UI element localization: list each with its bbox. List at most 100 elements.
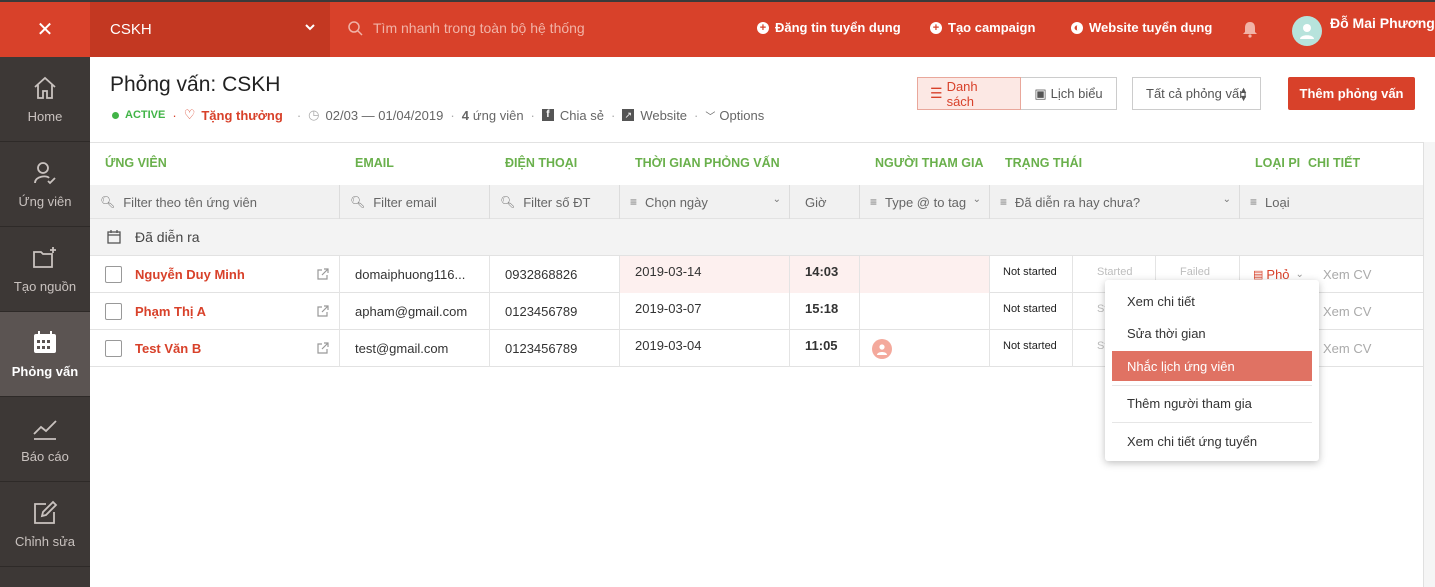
row-checkbox[interactable] [105, 303, 122, 320]
participants-cell[interactable] [860, 293, 990, 330]
reward-link[interactable]: Tặng thưởng [201, 108, 282, 123]
chevron-down-icon: ⌄ [972, 194, 981, 205]
calendar-check-icon: ▣ [1034, 85, 1047, 101]
candidate-label: ứng viên [472, 107, 524, 123]
list-view-button[interactable]: ☰ Danh sách [917, 77, 1021, 110]
participant-avatar[interactable] [872, 338, 892, 359]
sidebar-item-sources[interactable]: Tạo nguồn [0, 227, 90, 312]
calendar-icon [107, 230, 121, 244]
row-checkbox[interactable] [105, 266, 122, 283]
external-link-icon[interactable] [317, 342, 329, 357]
status-not-started[interactable]: Not started [990, 256, 1073, 293]
options-link[interactable]: Options [719, 108, 764, 123]
sidebar-item-label: Chỉnh sửa [14, 533, 75, 549]
global-search [348, 20, 673, 36]
chart-line-icon [33, 419, 57, 440]
nav-recruit-website[interactable]: ◐ Website tuyển dụng [1071, 20, 1212, 35]
user-icon [877, 343, 887, 355]
status-not-started[interactable]: Not started [990, 330, 1073, 367]
close-button[interactable]: ✕ [0, 2, 90, 57]
company-name: CSKH [110, 21, 152, 38]
name-filter[interactable]: 🔍︎ Filter theo tên ứng viên [90, 185, 340, 219]
calendar-view-button[interactable]: ▣ Lịch biểu [1021, 77, 1117, 110]
calendar-view-label: Lịch biểu [1050, 86, 1103, 101]
user-avatar[interactable] [1292, 16, 1322, 46]
bell-icon[interactable] [1241, 20, 1259, 38]
date-filter[interactable]: ≡ Chọn ngày ⌄ [620, 185, 790, 219]
sidebar-item-candidates[interactable]: Ứng viên [0, 142, 90, 227]
email-filter[interactable]: 🔍︎ Filter email [340, 185, 490, 219]
status-not-started[interactable]: Not started [990, 293, 1073, 330]
nav-post-job-label: Đăng tin tuyển dụng [775, 20, 901, 35]
external-link-icon[interactable] [317, 305, 329, 320]
date-cell[interactable]: 2019-03-07 [620, 293, 790, 330]
sidebar-item-edit[interactable]: Chỉnh sửa [0, 482, 90, 567]
menu-item-view-detail[interactable]: Xem chi tiết [1105, 286, 1319, 316]
column-header[interactable]: NGƯỜI THAM GIA [875, 156, 984, 170]
globe-icon: ◐ [1071, 21, 1083, 34]
view-cv-link[interactable]: Xem CV [1323, 293, 1423, 330]
column-header[interactable]: EMAIL [355, 156, 394, 170]
user-icon [1300, 24, 1314, 39]
filter-placeholder: Filter số ĐT [523, 194, 591, 210]
chevron-down-icon [305, 24, 315, 31]
time-cell[interactable]: 14:03 [790, 256, 860, 293]
chevron-down-icon: ⌄ [772, 194, 781, 205]
menu-divider [1112, 385, 1312, 386]
sidebar-item-home[interactable]: Home [0, 57, 90, 142]
time-filter[interactable]: Giờ [790, 185, 860, 219]
plus-circle-icon: + [930, 21, 942, 34]
column-header[interactable]: THỜI GIAN PHỎNG VẤN [635, 156, 780, 170]
user-name[interactable]: Đỗ Mai Phương [1330, 15, 1435, 31]
page-title: Phỏng vấn: CSKH [110, 73, 281, 96]
sidebar-item-label: Ứng viên [18, 193, 72, 209]
sidebar-item-interviews[interactable]: Phỏng vấn [0, 312, 90, 397]
filter-lines-icon: ≡ [870, 195, 878, 209]
date-cell[interactable]: 2019-03-04 [620, 330, 790, 367]
candidate-name[interactable]: Phạm Thị A [135, 304, 206, 319]
column-header[interactable]: ĐIỆN THOẠI [505, 156, 577, 170]
view-cv-link[interactable]: Xem CV [1323, 256, 1423, 293]
external-link-icon: ↗ [622, 109, 635, 121]
menu-item-view-application[interactable]: Xem chi tiết ứng tuyển [1105, 426, 1319, 456]
heart-icon: ♡ [183, 107, 196, 122]
column-header[interactable]: ỨNG VIÊN [105, 156, 167, 170]
website-link[interactable]: Website [640, 108, 687, 123]
top-bar: ✕ CSKH + Đăng tin tuyển dụng + Tạo campa… [0, 0, 1435, 57]
search-icon [348, 20, 363, 36]
participants-cell[interactable] [860, 256, 990, 293]
status-filter[interactable]: ≡ Đã diễn ra hay chưa? ⌄ [990, 185, 1240, 219]
candidate-name[interactable]: Nguyễn Duy Minh [135, 267, 245, 282]
interview-filter-select[interactable]: Tất cả phỏng vấn ▲ ▼ [1132, 77, 1261, 110]
candidate-name[interactable]: Test Văn B [135, 341, 201, 356]
chevron-down-icon: ﹀ [705, 111, 716, 123]
phone-filter[interactable]: 🔍︎ Filter số ĐT [490, 185, 620, 219]
search-input[interactable] [373, 20, 673, 36]
sidebar: Home Ứng viên Tạo nguồn Phỏng vấn Báo cá… [0, 57, 90, 587]
column-header[interactable]: CHI TIẾT [1308, 156, 1360, 170]
date-cell[interactable]: 2019-03-14 [620, 256, 790, 293]
company-selector[interactable]: CSKH [90, 2, 330, 57]
type-filter[interactable]: ≡ Loại [1240, 185, 1295, 219]
nav-create-campaign[interactable]: + Tạo campaign [930, 20, 1035, 35]
column-header[interactable]: TRẠNG THÁI [1005, 156, 1082, 170]
row-checkbox[interactable] [105, 340, 122, 357]
edit-icon [34, 500, 58, 524]
interview-filter-value: Tất cả phỏng vấn [1146, 86, 1247, 101]
view-cv-link[interactable]: Xem CV [1323, 330, 1423, 367]
column-header[interactable]: LOẠI PI [1255, 156, 1300, 170]
time-cell[interactable]: 15:18 [790, 293, 860, 330]
tag-filter[interactable]: ≡ Type @ to tag ⌄ [860, 185, 990, 219]
menu-item-remind-candidate[interactable]: Nhắc lịch ứng viên [1112, 351, 1312, 381]
participants-cell[interactable] [860, 330, 990, 367]
close-icon: ✕ [36, 19, 54, 41]
menu-item-edit-time[interactable]: Sửa thời gian [1105, 318, 1319, 348]
scrollbar[interactable] [1423, 142, 1435, 587]
add-interview-button[interactable]: Thêm phỏng vấn [1288, 77, 1415, 110]
time-cell[interactable]: 11:05 [790, 330, 860, 367]
share-link[interactable]: Chia sẻ [560, 108, 604, 123]
sidebar-item-reports[interactable]: Báo cáo [0, 397, 90, 482]
menu-item-add-participant[interactable]: Thêm người tham gia [1105, 388, 1319, 418]
external-link-icon[interactable] [317, 268, 329, 283]
nav-post-job[interactable]: + Đăng tin tuyển dụng [757, 20, 901, 35]
